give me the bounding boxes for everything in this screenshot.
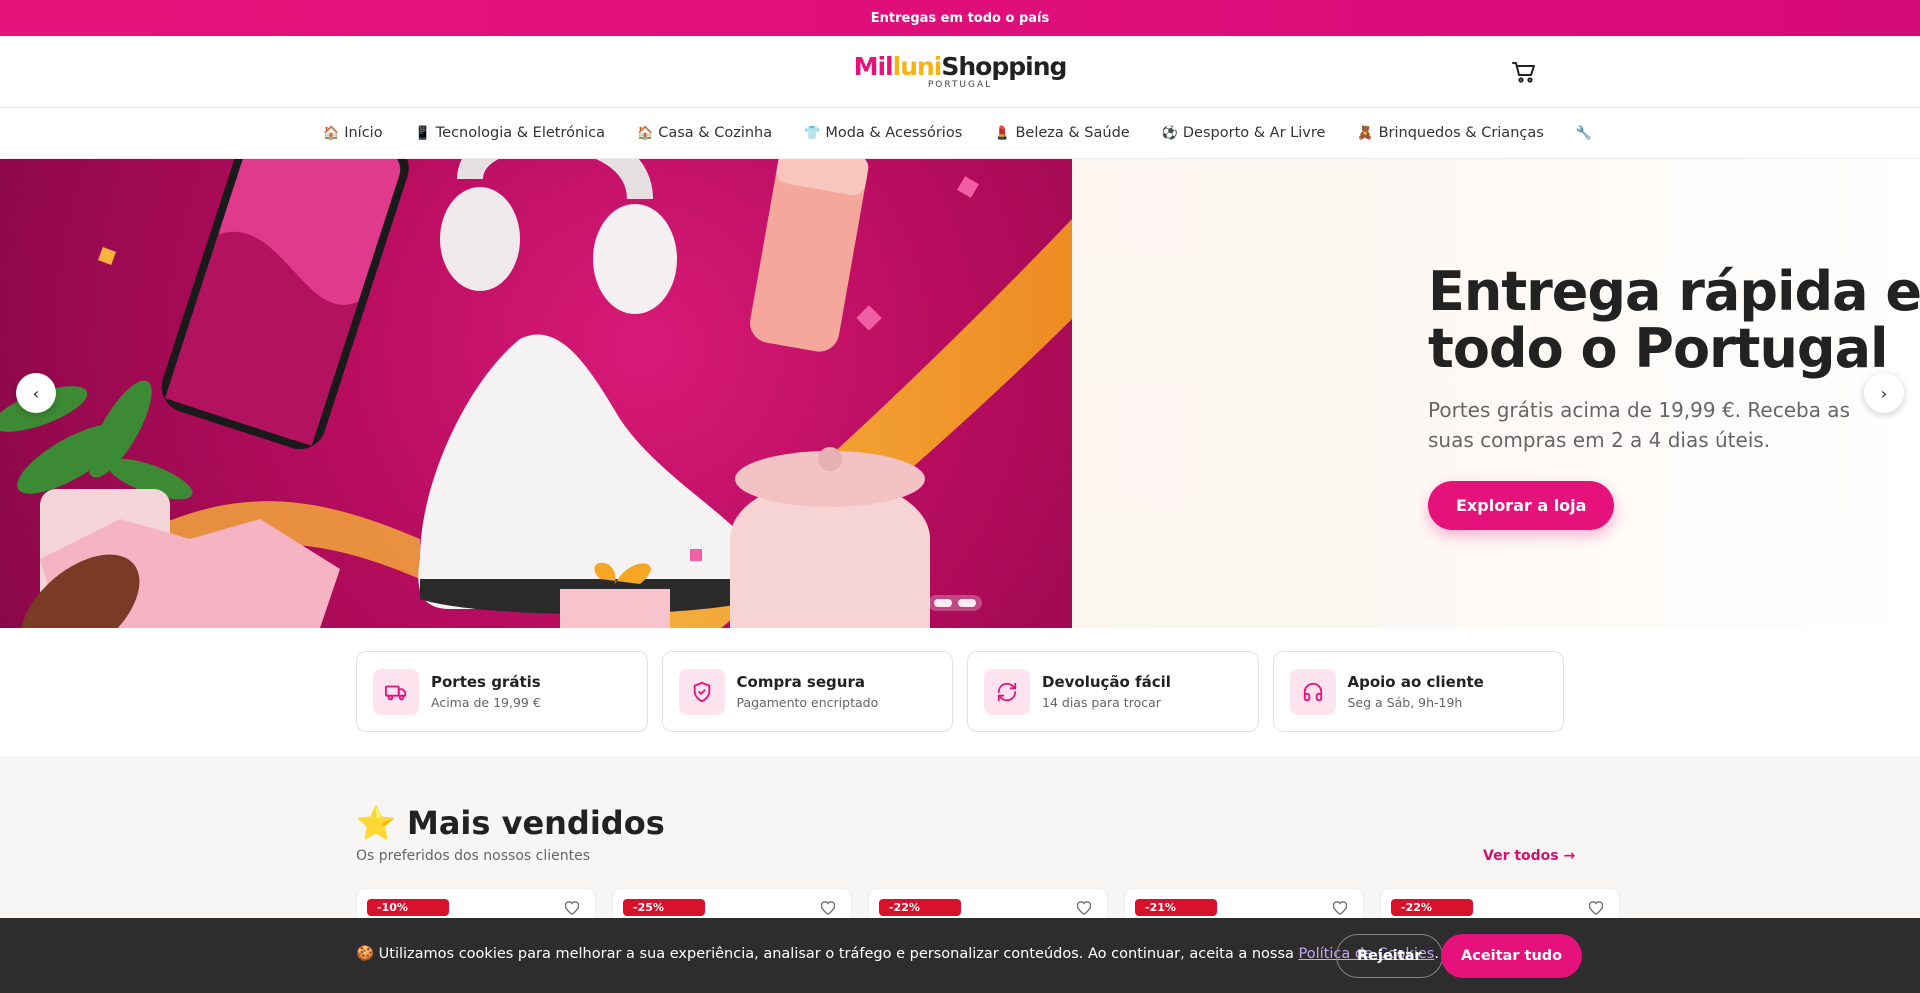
nav-emoji-icon: 🧸 (1357, 125, 1374, 141)
feature-card-2: Devolução fácil 14 dias para trocar (967, 651, 1259, 732)
feature-title: Apoio ao cliente (1347, 673, 1484, 691)
nav-emoji-icon: 💄 (994, 125, 1011, 141)
hero-text-block: Entrega rápida em todo o Portugal Portes… (1428, 263, 1920, 530)
hero-subtitle: Portes grátis acima de 19,99 €. Receba a… (1428, 398, 1850, 452)
hero-image (0, 159, 1072, 628)
nav-item-6[interactable]: 🧸 Brinquedos & Crianças (1341, 125, 1559, 141)
heart-icon[interactable] (1331, 899, 1349, 916)
feature-title: Compra segura (736, 673, 865, 691)
cookie-message: 🍪 Utilizamos cookies para melhorar a sua… (356, 946, 1299, 962)
feature-subtitle: Pagamento encriptado (736, 695, 879, 710)
carousel-dot-1[interactable] (934, 599, 952, 607)
discount-badge: -21% (1135, 899, 1217, 916)
nav-emoji-icon: 👕 (804, 125, 821, 141)
feature-text: Apoio ao cliente Seg a Sáb, 9h-19h (1348, 673, 1484, 710)
features-row: Portes grátis Acima de 19,99 € Compra segu… (356, 651, 1564, 732)
nav-item-label: Tecnologia & Eletrónica (435, 125, 606, 141)
feature-text: Portes grátis Acima de 19,99 € (431, 673, 541, 710)
discount-badge: -25% (623, 899, 705, 916)
truck-icon (373, 668, 419, 715)
feature-title: Portes grátis (431, 673, 541, 691)
nav-item-1[interactable]: 📱 Tecnologia & Eletrónica (399, 125, 621, 141)
nav-emoji-icon: 📱 (414, 125, 431, 141)
heart-icon[interactable] (563, 899, 581, 916)
discount-badge: -22% (879, 899, 961, 916)
reject-cookies-button[interactable]: Rejeitar (1336, 934, 1443, 978)
nav-emoji-icon: 🏠 (323, 125, 340, 141)
bestsellers-title: ⭐ Mais vendidos (356, 804, 665, 842)
feature-subtitle: Seg a Sáb, 9h-19h (1347, 695, 1463, 710)
discount-badge: -10% (367, 899, 449, 916)
feature-card-0: Portes grátis Acima de 19,99 € (356, 651, 648, 732)
category-nav: 🏠 Início 📱 Tecnologia & Eletrónica 🏠 Casa & C… (0, 108, 1920, 159)
logo-part-shopping: Shopping (941, 51, 1067, 81)
announcement-text: Entregas em todo o país (870, 10, 1050, 26)
nav-item-label: Brinquedos & Crianças (1378, 125, 1544, 141)
nav-item-label: Moda & Acessórios (825, 125, 963, 141)
shield-icon (678, 668, 725, 715)
explore-store-button[interactable]: Explorar a loja (1428, 481, 1615, 530)
hero-title-line-1: Entrega rápida em (1428, 260, 1920, 323)
hero-carousel: ‹ › Entrega rápida em todo o Portugal Po… (0, 159, 1920, 628)
cart-icon[interactable] (1511, 60, 1537, 84)
nav-item-label: Início (344, 125, 383, 141)
feature-card-3: Apoio ao cliente Seg a Sáb, 9h-19h (1272, 651, 1564, 732)
nav-item-0[interactable]: 🏠 Início (307, 125, 399, 141)
carousel-dot-2[interactable] (958, 599, 976, 607)
logo-part-mil: Mil (853, 51, 894, 81)
carousel-dots (928, 595, 982, 611)
chevron-left-icon: ‹ (32, 383, 40, 403)
logo-subtitle: PORTUGAL (927, 79, 993, 90)
cookie-banner: 🍪 Utilizamos cookies para melhorar a sua… (0, 918, 1920, 993)
discount-badge: -22% (1391, 899, 1473, 916)
feature-title: Devolução fácil (1042, 673, 1171, 691)
hero-title: Entrega rápida em todo o Portugal (1428, 263, 1920, 377)
feature-subtitle: 14 dias para trocar (1042, 695, 1161, 710)
nav-item-3[interactable]: 👕 Moda & Acessórios (788, 125, 978, 141)
feature-card-1: Compra segura Pagamento encriptado (661, 651, 953, 732)
nav-item-5[interactable]: ⚽ Desporto & Ar Livre (1146, 125, 1342, 141)
nav-emoji-icon: ⚽ (1161, 125, 1178, 141)
accept-cookies-button[interactable]: Aceitar tudo (1441, 934, 1583, 978)
refresh-icon (984, 668, 1030, 715)
nav-item-7[interactable]: 🔧 (1560, 126, 1613, 141)
carousel-prev-button[interactable]: ‹ (16, 373, 56, 413)
heart-icon[interactable] (1587, 899, 1605, 916)
hero-title-line-2: todo o Portugal (1428, 317, 1889, 380)
nav-emoji-icon: 🏠 (637, 125, 654, 141)
nav-item-label: Casa & Cozinha (658, 125, 773, 141)
nav-item-2[interactable]: 🏠 Casa & Cozinha (621, 125, 788, 141)
bestsellers-subtitle: Os preferidos dos nossos clientes (356, 848, 590, 864)
heart-icon[interactable] (819, 899, 837, 916)
logo-wordmark: MilluniShopping (853, 51, 1068, 81)
site-header: MilluniShopping PORTUGAL (0, 36, 1920, 108)
nav-item-4[interactable]: 💄 Beleza & Saúde (978, 125, 1145, 141)
nav-emoji-icon: 🔧 (1575, 125, 1592, 141)
heart-icon[interactable] (1075, 899, 1093, 916)
cookie-text: 🍪 Utilizamos cookies para melhorar a sua… (356, 945, 1439, 962)
logo-part-luni: luni (892, 51, 943, 81)
nav-item-label: Desporto & Ar Livre (1182, 125, 1326, 141)
view-all-link[interactable]: Ver todos → (1483, 848, 1575, 864)
feature-subtitle: Acima de 19,99 € (431, 695, 541, 710)
headphones-icon (1289, 668, 1336, 715)
nav-item-label: Beleza & Saúde (1015, 125, 1130, 141)
feature-text: Compra segura Pagamento encriptado (737, 673, 879, 710)
top-announcement-bar: Entregas em todo o país (0, 0, 1920, 36)
site-logo[interactable]: MilluniShopping PORTUGAL (853, 51, 1068, 90)
feature-text: Devolução fácil 14 dias para trocar (1042, 673, 1171, 710)
